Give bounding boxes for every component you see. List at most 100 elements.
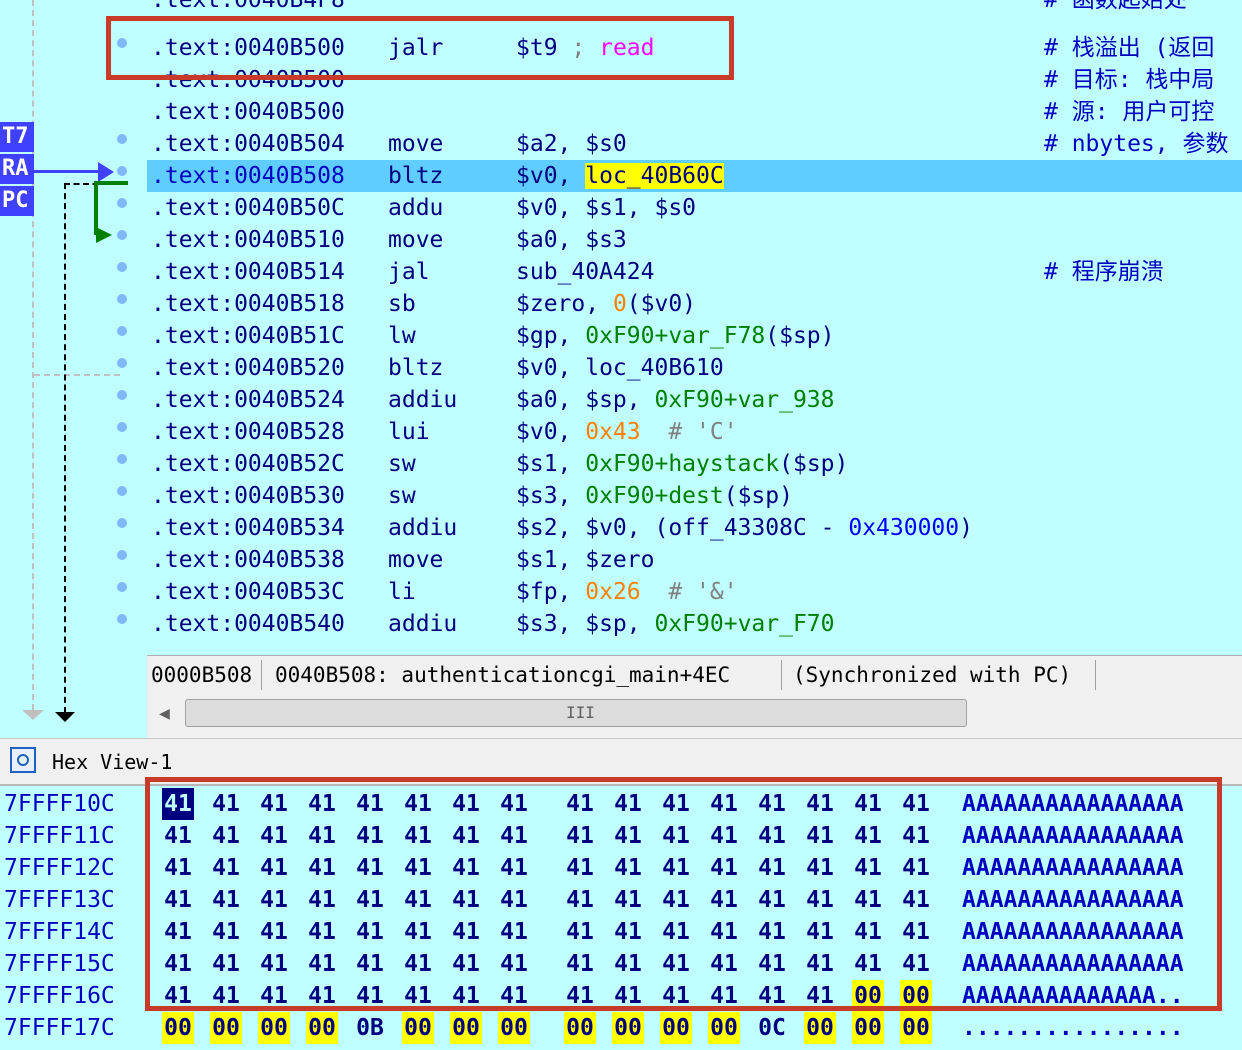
horizontal-scrollbar[interactable]: ◀ III: [147, 693, 1242, 738]
hex-byte[interactable]: 00: [852, 1012, 884, 1044]
hex-byte[interactable]: 00: [498, 1012, 530, 1044]
disasm-row[interactable]: .text:0040B510 move $a0, $s3: [147, 224, 1242, 256]
disasm-address: .text:0040B514: [151, 259, 345, 285]
disasm-mnemonic: bltz: [388, 355, 444, 381]
breakpoint-dot[interactable]: [117, 294, 127, 304]
breakpoint-dot[interactable]: [117, 550, 127, 560]
breakpoint-dot[interactable]: [117, 454, 127, 464]
arrow-down-icon: [22, 710, 44, 720]
operand-part: 0xF90+var_938: [654, 387, 835, 413]
disasm-row[interactable]: .text:0040B530 sw $s3, 0xF90+dest($sp): [147, 480, 1242, 512]
hex-byte[interactable]: 00: [306, 1012, 338, 1044]
status-separator: [1095, 660, 1096, 690]
disasm-row[interactable]: .text:0040B528 lui $v0, 0x43 # 'C': [147, 416, 1242, 448]
disasm-row[interactable]: .text:0040B500 # 源: 用户可控: [147, 96, 1242, 128]
hex-byte[interactable]: 00: [210, 1012, 242, 1044]
operand-part: ($sp): [779, 451, 849, 477]
disasm-row[interactable]: .text:0040B538 move $s1, $zero: [147, 544, 1242, 576]
disasm-address: .text:0040B52C: [151, 451, 345, 477]
operand-part: 0xF90+haystack: [585, 451, 780, 477]
hex-address: 7FFFF16C: [4, 983, 115, 1009]
disasm-mnemonic: addiu: [388, 515, 458, 541]
disasm-mnemonic: bltz: [388, 163, 444, 189]
operand-part: $s1, $zero: [516, 547, 655, 573]
breakpoint-dot[interactable]: [117, 390, 127, 400]
operand-part: 0xF90+var_F70: [654, 611, 835, 637]
hex-address: 7FFFF12C: [4, 855, 115, 881]
hex-byte[interactable]: 00: [402, 1012, 434, 1044]
disasm-mnemonic: li: [388, 579, 416, 605]
hex-byte[interactable]: 00: [708, 1012, 740, 1044]
disasm-mnemonic: addu: [388, 195, 444, 221]
hex-byte[interactable]: 00: [900, 1012, 932, 1044]
operand-part: $v0,: [516, 419, 586, 445]
flow-line: [32, 0, 34, 710]
disasm-operands: $s1, $zero: [516, 544, 654, 576]
breakpoint-dot[interactable]: [117, 518, 127, 528]
disasm-operands: $s1, 0xF90+haystack($sp): [516, 448, 848, 480]
scrollbar-thumb[interactable]: III: [185, 699, 967, 727]
breakpoint-dot[interactable]: [117, 198, 127, 208]
disasm-operands: $s2, $v0, (off_43308C - 0x430000): [516, 512, 973, 544]
disasm-row-cut[interactable]: .text:0040B4F8 # 函数起始处: [147, 0, 1242, 16]
disasm-row[interactable]: .text:0040B534 addiu $s2, $v0, (off_43308C…: [147, 512, 1242, 544]
disasm-row[interactable]: .text:0040B52C sw $s1, 0xF90+haystack($sp): [147, 448, 1242, 480]
breakpoint-dot[interactable]: [117, 614, 127, 624]
hex-byte[interactable]: 0C: [756, 1012, 788, 1044]
breakpoint-dot[interactable]: [117, 326, 127, 336]
operand-part: $a0, $s3: [516, 227, 627, 253]
disasm-comment: # 目标: 栈中局: [1044, 67, 1215, 93]
hex-ascii[interactable]: ................: [962, 1012, 1184, 1044]
breakpoint-dot[interactable]: [117, 422, 127, 432]
hex-byte[interactable]: 00: [564, 1012, 596, 1044]
operand-part: 0x43: [585, 419, 641, 445]
pc-arrow-line: [34, 170, 104, 173]
disasm-row[interactable]: .text:0040B518 sb $zero, 0($v0): [147, 288, 1242, 320]
disasm-row[interactable]: .text:0040B51C lw $gp, 0xF90+var_F78($sp): [147, 320, 1242, 352]
breakpoint-dot[interactable]: [117, 358, 127, 368]
branch-line: [94, 181, 128, 185]
operand-part: $v0,: [516, 163, 586, 189]
hex-byte[interactable]: 00: [258, 1012, 290, 1044]
disasm-row[interactable]: .text:0040B520 bltz $v0, loc_40B610: [147, 352, 1242, 384]
hex-byte[interactable]: 00: [612, 1012, 644, 1044]
disasm-operands: $a0, $sp, 0xF90+var_938: [516, 384, 835, 416]
disasm-row[interactable]: .text:0040B524 addiu $a0, $sp, 0xF90+var_9…: [147, 384, 1242, 416]
hex-byte[interactable]: 0B: [354, 1012, 386, 1044]
disasm-address: .text:0040B50C: [151, 195, 345, 221]
disasm-mnemonic: move: [388, 227, 444, 253]
disassembly-view[interactable]: .text:0040B4F8 # 函数起始处 .text:0040B500 jal…: [147, 0, 1242, 655]
hex-byte[interactable]: 00: [804, 1012, 836, 1044]
register-label-ra: RA: [0, 154, 34, 184]
operand-part: $s1,: [516, 451, 586, 477]
hex-byte[interactable]: 00: [162, 1012, 194, 1044]
operand-part: ): [959, 515, 973, 541]
disasm-row[interactable]: .text:0040B540 addiu $s3, $sp, 0xF90+var_F…: [147, 608, 1242, 640]
disasm-operands: $a2, $s0: [516, 128, 627, 160]
disasm-row[interactable]: .text:0040B504 move $a2, $s0 # nbytes, 参数: [147, 128, 1242, 160]
disasm-comment: # 程序崩溃: [1044, 259, 1164, 285]
disasm-row[interactable]: .text:0040B514 jal sub_40A424 # 程序崩溃: [147, 256, 1242, 288]
disasm-row[interactable]: .text:0040B53C li $fp, 0x26 # '&': [147, 576, 1242, 608]
breakpoint-dot[interactable]: [117, 166, 127, 176]
disasm-operands: sub_40A424: [516, 256, 654, 288]
scroll-left-icon[interactable]: ◀: [159, 703, 170, 724]
disasm-row[interactable]: .text:0040B50C addu $v0, $s1, $s0: [147, 192, 1242, 224]
hex-address: 7FFFF13C: [4, 887, 115, 913]
disasm-address: .text:0040B53C: [151, 579, 345, 605]
operand-label-highlight[interactable]: loc_40B60C: [585, 163, 724, 189]
disasm-row[interactable]: .text:0040B508 bltz $v0, loc_40B60C: [147, 160, 1242, 192]
hex-row[interactable]: 7FFFF17C 00 00 00 00 0B 00 00 00 00 00 00 00 0C 00 00 00…: [0, 1012, 1242, 1044]
status-separator: [781, 660, 782, 690]
breakpoint-dot[interactable]: [117, 262, 127, 272]
disasm-mnemonic: lw: [388, 323, 416, 349]
breakpoint-dot[interactable]: [117, 486, 127, 496]
breakpoint-dot[interactable]: [117, 230, 127, 240]
disasm-address: .text:0040B518: [151, 291, 345, 317]
breakpoint-dot[interactable]: [117, 134, 127, 144]
disasm-operands: $s3, $sp, 0xF90+var_F70: [516, 608, 835, 640]
breakpoint-dot[interactable]: [117, 582, 127, 592]
arrow-right-icon: [96, 227, 112, 243]
hex-byte[interactable]: 00: [450, 1012, 482, 1044]
hex-byte[interactable]: 00: [660, 1012, 692, 1044]
